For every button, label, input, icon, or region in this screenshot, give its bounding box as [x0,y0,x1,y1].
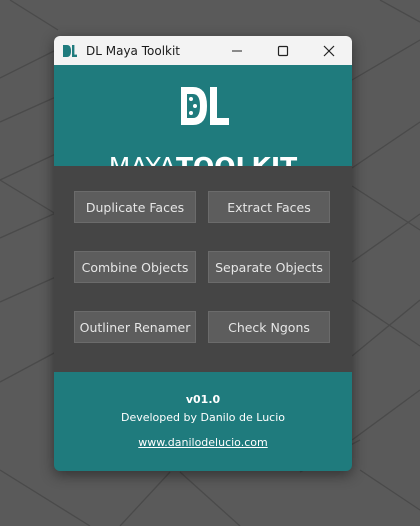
window-title: DL Maya Toolkit [86,43,181,58]
extract-faces-button[interactable]: Extract Faces [208,191,330,223]
version-label: v01.0 [185,393,221,406]
header-banner: MAYATOOLKIT [54,65,352,179]
close-icon [323,45,335,56]
combine-objects-button[interactable]: Combine Objects [74,251,196,283]
minimize-button[interactable] [214,36,260,65]
separate-objects-button[interactable]: Separate Objects [208,251,330,283]
title-bar[interactable]: DL Maya Toolkit [54,36,352,65]
dl-maya-toolkit-window: DL Maya Toolkit MAYATOOLKIT Duplicate Fa… [54,36,352,471]
minimize-icon [232,50,242,51]
maximize-button[interactable] [260,36,306,65]
check-ngons-button[interactable]: Check Ngons [208,311,330,343]
close-button[interactable] [306,36,352,65]
maximize-icon [277,45,289,56]
duplicate-faces-button[interactable]: Duplicate Faces [74,191,196,223]
developer-credit: Developed by Danilo de Lucio [120,411,286,424]
outliner-renamer-button[interactable]: Outliner Renamer [74,311,196,343]
tool-buttons-panel: Duplicate Faces Extract Faces Combine Ob… [54,166,352,372]
website-link[interactable]: www.danilodelucio.com [54,436,352,449]
dl-logo-icon [181,87,229,125]
footer-banner: v01.0 Developed by Danilo de Lucio www.d… [54,372,352,471]
dl-logo-icon [62,43,78,59]
